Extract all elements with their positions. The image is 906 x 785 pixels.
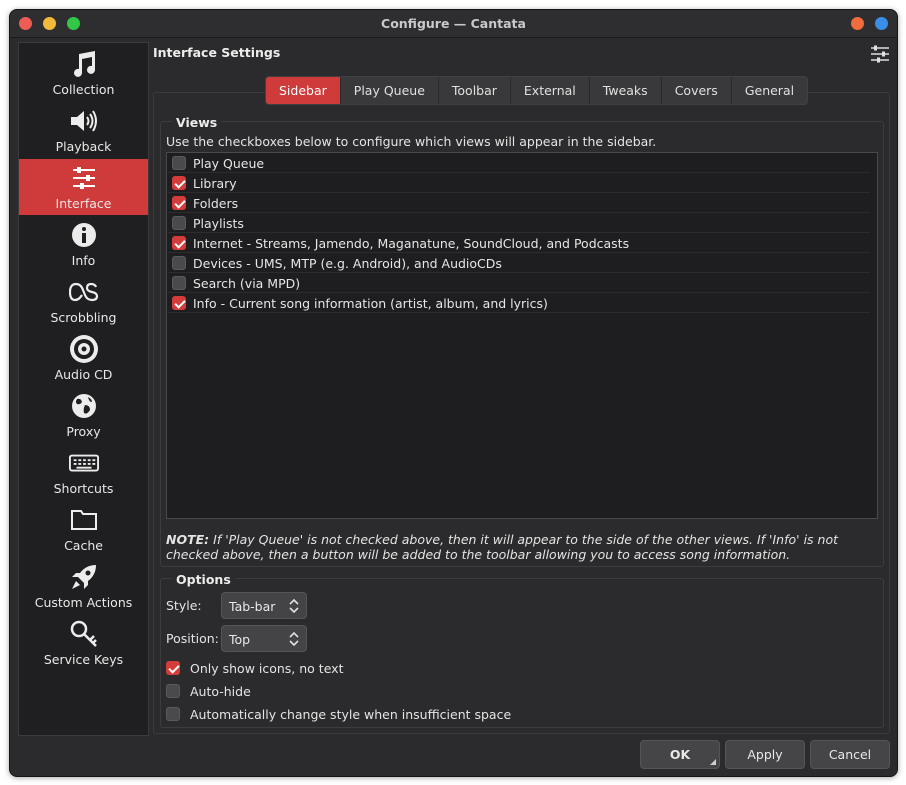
views-list: Play Queue Library Folders Playlists Int…	[166, 152, 878, 519]
only-icons-checkbox[interactable]	[166, 661, 180, 675]
folder-icon	[69, 505, 99, 535]
views-description: Use the checkboxes below to configure wh…	[166, 134, 657, 149]
info-icon	[69, 220, 99, 250]
position-select[interactable]: Top	[221, 625, 307, 652]
sidebar-item-label: Scrobbling	[50, 310, 117, 325]
view-checkbox[interactable]	[172, 236, 186, 250]
settings-sidebar: Collection Playback Interface Info Scrob…	[18, 42, 149, 736]
globe-icon	[69, 391, 99, 421]
sliders-icon	[69, 163, 99, 193]
sidebar-item-service-keys[interactable]: Service Keys	[19, 615, 148, 671]
apply-button[interactable]: Apply	[725, 740, 805, 769]
keyboard-icon	[68, 448, 99, 478]
title-bar: Configure — Cantata	[10, 10, 897, 38]
updown-arrows-icon	[289, 631, 299, 647]
sidebar-item-cache[interactable]: Cache	[19, 501, 148, 557]
list-item[interactable]: Playlists	[168, 213, 870, 233]
tab-external[interactable]: External	[511, 77, 590, 104]
sidebar-item-audio-cd[interactable]: Audio CD	[19, 330, 148, 386]
window-menu-button[interactable]	[851, 17, 864, 30]
view-checkbox[interactable]	[172, 156, 186, 170]
tab-play-queue[interactable]: Play Queue	[341, 77, 439, 104]
sidebar-item-shortcuts[interactable]: Shortcuts	[19, 444, 148, 500]
style-label: Style:	[166, 598, 202, 613]
sidebar-item-info[interactable]: Info	[19, 216, 148, 272]
position-label: Position:	[166, 631, 219, 646]
auto-change-style-checkbox[interactable]	[166, 707, 180, 721]
tab-toolbar[interactable]: Toolbar	[439, 77, 511, 104]
tab-covers[interactable]: Covers	[662, 77, 732, 104]
view-label: Devices - UMS, MTP (e.g. Android), and A…	[193, 256, 502, 271]
music-note-icon	[69, 49, 99, 79]
sidebar-item-label: Shortcuts	[53, 481, 114, 496]
position-select-value: Top	[229, 632, 251, 647]
auto-hide-label: Auto-hide	[190, 684, 251, 699]
list-item[interactable]: Search (via MPD)	[168, 273, 870, 293]
page-title: Interface Settings	[153, 45, 281, 60]
view-label: Info - Current song information (artist,…	[193, 296, 548, 311]
sidebar-item-label: Audio CD	[54, 367, 113, 382]
tab-tweaks[interactable]: Tweaks	[590, 77, 662, 104]
window-title: Configure — Cantata	[381, 16, 526, 31]
list-item[interactable]: Play Queue	[168, 153, 870, 173]
cancel-button[interactable]: Cancel	[810, 740, 890, 769]
style-select[interactable]: Tab-bar	[221, 592, 307, 619]
view-checkbox[interactable]	[172, 296, 186, 310]
speaker-icon	[69, 106, 99, 136]
sidebar-item-label: Playback	[55, 139, 112, 154]
disc-icon	[69, 334, 99, 364]
style-select-value: Tab-bar	[229, 599, 276, 614]
lastfm-icon	[68, 277, 99, 307]
view-checkbox[interactable]	[172, 276, 186, 290]
tab-sidebar[interactable]: Sidebar	[266, 77, 341, 104]
sidebar-item-scrobbling[interactable]: Scrobbling	[19, 273, 148, 329]
view-checkbox[interactable]	[172, 256, 186, 270]
list-item[interactable]: Library	[168, 173, 870, 193]
view-label: Folders	[193, 196, 239, 211]
configure-window: Configure — Cantata Collection Playback …	[9, 9, 898, 777]
view-label: Internet - Streams, Jamendo, Maganatune,…	[193, 236, 630, 251]
sidebar-item-label: Custom Actions	[34, 595, 133, 610]
sidebar-item-collection[interactable]: Collection	[19, 45, 148, 101]
rocket-icon	[69, 562, 99, 592]
sidebar-item-label: Proxy	[66, 424, 101, 439]
sidebar-item-label: Info	[71, 253, 96, 268]
sidebar-item-label: Collection	[52, 82, 115, 97]
note-prefix: NOTE:	[166, 532, 210, 547]
views-note: NOTE: If 'Play Queue' is not checked abo…	[166, 532, 878, 562]
ok-button[interactable]: OK	[640, 740, 720, 769]
view-checkbox[interactable]	[172, 216, 186, 230]
view-checkbox[interactable]	[172, 196, 186, 210]
updown-arrows-icon	[289, 598, 299, 614]
list-item[interactable]: Info - Current song information (artist,…	[168, 293, 870, 313]
tab-bar: Sidebar Play Queue Toolbar External Twea…	[265, 76, 809, 105]
sidebar-item-label: Interface	[55, 196, 112, 211]
view-label: Library	[193, 176, 237, 191]
views-group-title: Views	[172, 115, 222, 130]
view-checkbox[interactable]	[172, 176, 186, 190]
window-extra-button[interactable]	[875, 17, 888, 30]
only-icons-label: Only show icons, no text	[190, 661, 344, 676]
sidebar-item-custom-actions[interactable]: Custom Actions	[19, 558, 148, 614]
sidebar-item-label: Service Keys	[43, 652, 124, 667]
view-label: Play Queue	[193, 156, 265, 171]
key-icon	[69, 619, 99, 649]
sidebar-item-label: Cache	[64, 538, 103, 553]
view-label: Search (via MPD)	[193, 276, 301, 291]
tab-general[interactable]: General	[732, 77, 807, 104]
sidebar-item-interface[interactable]: Interface	[19, 159, 148, 215]
sidebar-item-proxy[interactable]: Proxy	[19, 387, 148, 443]
list-item[interactable]: Devices - UMS, MTP (e.g. Android), and A…	[168, 253, 870, 273]
auto-change-style-label: Automatically change style when insuffic…	[190, 707, 512, 722]
view-label: Playlists	[193, 216, 244, 231]
options-group-title: Options	[172, 572, 235, 587]
list-item[interactable]: Folders	[168, 193, 870, 213]
list-item[interactable]: Internet - Streams, Jamendo, Maganatune,…	[168, 233, 870, 253]
auto-hide-checkbox[interactable]	[166, 684, 180, 698]
sidebar-item-playback[interactable]: Playback	[19, 102, 148, 158]
note-text: If 'Play Queue' is not checked above, th…	[166, 532, 838, 562]
settings-menu-icon[interactable]	[870, 45, 890, 63]
